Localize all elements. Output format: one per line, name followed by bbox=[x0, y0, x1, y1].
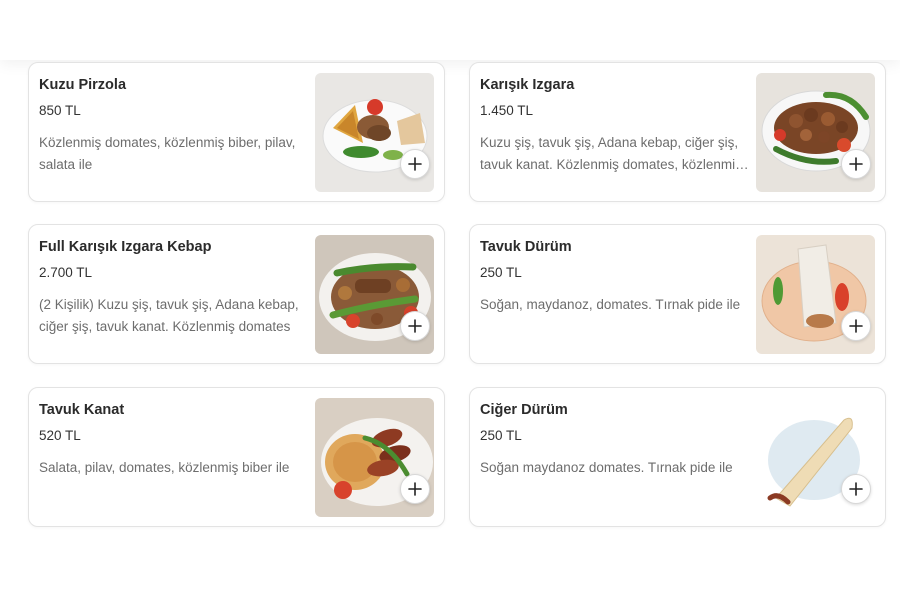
item-name: Full Karışık Izgara Kebap bbox=[39, 239, 212, 255]
item-description: (2 Kişilik) Kuzu şiş, tavuk şiş, Adana k… bbox=[39, 297, 299, 334]
plus-icon bbox=[408, 319, 422, 333]
item-price: 1.450 TL bbox=[480, 103, 534, 118]
item-description: Soğan, maydanoz, domates. Tırnak pide il… bbox=[480, 297, 741, 312]
item-description: Soğan maydanoz domates. Tırnak pide ile bbox=[480, 460, 733, 475]
item-name: Karışık Izgara bbox=[480, 77, 575, 93]
add-to-cart-button[interactable] bbox=[841, 149, 871, 179]
header-bar bbox=[0, 0, 900, 60]
item-name: Kuzu Pirzola bbox=[39, 77, 127, 93]
item-price: 2.700 TL bbox=[39, 265, 93, 280]
item-name: Tavuk Dürüm bbox=[480, 239, 572, 255]
menu-item-card[interactable]: Kuzu Pirzola 850 TL Közlenmiş domates, k… bbox=[28, 62, 445, 202]
plus-icon bbox=[849, 319, 863, 333]
add-to-cart-button[interactable] bbox=[400, 311, 430, 341]
add-to-cart-button[interactable] bbox=[400, 149, 430, 179]
add-to-cart-button[interactable] bbox=[400, 474, 430, 504]
add-to-cart-button[interactable] bbox=[841, 474, 871, 504]
item-name: Tavuk Kanat bbox=[39, 402, 125, 418]
item-description: Kuzu şiş, tavuk şiş, Adana kebap, ciğer … bbox=[480, 135, 742, 172]
item-price: 250 TL bbox=[480, 265, 522, 280]
plus-icon bbox=[849, 157, 863, 171]
plus-icon bbox=[408, 482, 422, 496]
menu-item-card[interactable]: Tavuk Kanat 520 TL Salata, pilav, domate… bbox=[28, 387, 445, 527]
item-name: Ciğer Dürüm bbox=[480, 402, 568, 418]
menu-item-card[interactable]: Tavuk Dürüm 250 TL Soğan, maydanoz, doma… bbox=[469, 224, 886, 364]
plus-icon bbox=[849, 482, 863, 496]
plus-icon bbox=[408, 157, 422, 171]
add-to-cart-button[interactable] bbox=[841, 311, 871, 341]
item-description: Közlenmiş domates, közlenmiş biber, pila… bbox=[39, 135, 296, 172]
menu-item-card[interactable]: Karışık Izgara 1.450 TL Kuzu şiş, tavuk … bbox=[469, 62, 886, 202]
item-description: Salata, pilav, domates, közlenmiş biber … bbox=[39, 460, 290, 475]
menu-item-card[interactable]: Ciğer Dürüm 250 TL Soğan maydanoz domate… bbox=[469, 387, 886, 527]
menu-item-card[interactable]: Full Karışık Izgara Kebap 2.700 TL (2 Ki… bbox=[28, 224, 445, 364]
item-price: 850 TL bbox=[39, 103, 81, 118]
item-price: 250 TL bbox=[480, 428, 522, 443]
item-price: 520 TL bbox=[39, 428, 81, 443]
